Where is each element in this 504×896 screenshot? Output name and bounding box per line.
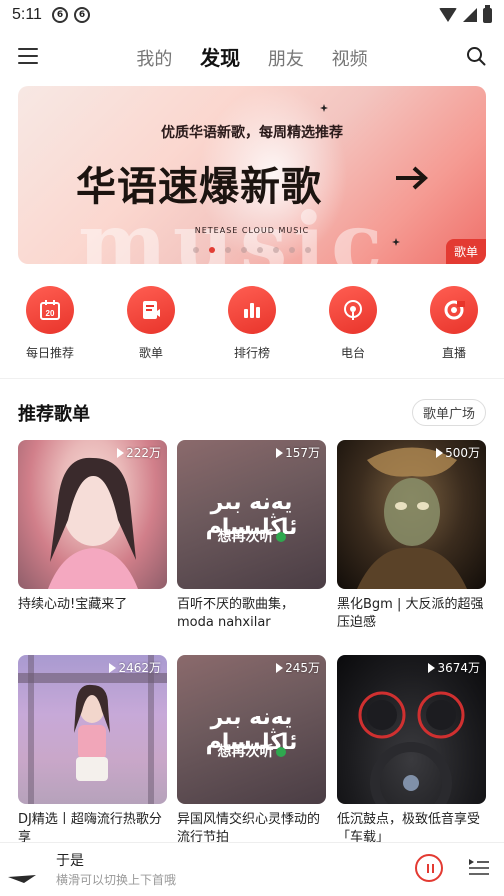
play-icon xyxy=(109,663,117,673)
tab-discover[interactable]: 发现 xyxy=(200,42,240,71)
now-playing-hint: 横滑可以切换上下首哦 xyxy=(56,873,177,887)
play-icon xyxy=(276,448,284,458)
playlist-title: 持续心动!宝藏来了 xyxy=(18,597,128,612)
netease-notification-icon: 6 xyxy=(73,7,90,23)
pagination-dot xyxy=(193,247,199,253)
top-navigation: 我的 发现 朋友 视频 xyxy=(0,38,504,78)
play-count: 157万 xyxy=(276,444,320,461)
playlist-square-button[interactable]: 歌单广场 xyxy=(411,399,486,426)
shortcut-live[interactable]: 直播 xyxy=(414,286,494,361)
shortcut-charts[interactable]: 排行榜 xyxy=(212,286,292,361)
banner-brand: NETEASE CLOUD MUSIC xyxy=(194,226,310,235)
play-count: 3674万 xyxy=(428,659,480,676)
pagination-dot xyxy=(273,247,279,253)
shortcut-label: 电台 xyxy=(340,346,365,360)
tab-mine[interactable]: 我的 xyxy=(136,45,172,71)
battery-icon xyxy=(483,4,492,23)
arrow-right-icon xyxy=(396,166,428,190)
playlist-cover: يەنە بىر ئاڭلىسام 想再次听 245万 xyxy=(177,655,326,804)
search-icon[interactable] xyxy=(466,46,486,66)
playlist-card[interactable]: يەنە بىر ئاڭلىسام 想再次听 245万 异国风情交织心灵悸动的流… xyxy=(177,655,326,847)
playlist-icon xyxy=(143,301,160,319)
playlist-cover: 222万 xyxy=(18,440,167,589)
play-icon xyxy=(428,663,436,673)
banner-tag: 歌单 xyxy=(445,239,486,264)
now-playing-title: 于是 xyxy=(56,853,84,869)
pagination-dot-active xyxy=(209,247,215,253)
pagination-dot xyxy=(289,247,295,253)
playlist-card[interactable]: يەنە بىر ئاڭلىسام 想再次听 157万 百听不厌的歌曲集，mod… xyxy=(177,440,326,632)
pagination-dot xyxy=(241,247,247,253)
pagination-dot xyxy=(305,247,311,253)
playlist-cover: 2462万 xyxy=(18,655,167,804)
play-icon xyxy=(276,663,284,673)
sparkle-icon xyxy=(320,104,328,112)
cover-text-chinese: 想再次听 xyxy=(177,526,326,546)
sparkle-icon xyxy=(392,238,400,246)
svg-text:20: 20 xyxy=(46,309,55,318)
play-count: 500万 xyxy=(436,444,480,461)
cover-text-chinese: 想再次听 xyxy=(177,741,326,761)
shortcut-row: 20 每日推荐 歌单 排行榜 电台 直播 xyxy=(0,286,504,366)
play-count: 222万 xyxy=(117,444,161,461)
playlist-card[interactable]: 222万 持续心动!宝藏来了 xyxy=(18,440,167,632)
section-title: 推荐歌单 xyxy=(18,404,90,425)
playlist-cover: 500万 xyxy=(337,440,486,589)
shortcut-radio[interactable]: 电台 xyxy=(313,286,393,361)
play-icon xyxy=(436,448,444,458)
play-count: 2462万 xyxy=(109,659,161,676)
promo-banner[interactable]: music 优质华语新歌，每周精选推荐 华语速爆新歌 NETEASE CLOUD… xyxy=(18,86,486,264)
banner-title: 华语速爆新歌 xyxy=(76,164,322,210)
playlist-card[interactable]: 2462万 DJ精选丨超嗨流行热歌分享 xyxy=(18,655,167,847)
tab-friends[interactable]: 朋友 xyxy=(268,45,304,71)
pagination-dot xyxy=(257,247,263,253)
banner-pagination xyxy=(18,247,486,253)
shortcut-playlists[interactable]: 歌单 xyxy=(111,286,191,361)
pause-button[interactable] xyxy=(415,854,443,882)
album-disc-icon xyxy=(8,875,36,883)
tab-video[interactable]: 视频 xyxy=(332,45,368,71)
radio-icon xyxy=(344,300,362,320)
wifi-icon xyxy=(439,8,457,22)
play-count: 245万 xyxy=(276,659,320,676)
banner-subtitle: 优质华语新歌，每周精选推荐 xyxy=(161,125,343,141)
signal-icon xyxy=(463,8,477,22)
playlist-title: 黑化Bgm | 大反派的超强压迫感 xyxy=(337,597,484,630)
live-icon xyxy=(444,300,465,320)
status-bar: 5:11 6 6 xyxy=(0,0,504,30)
mini-player[interactable]: 于是 横滑可以切换上下首哦 xyxy=(0,842,504,896)
shortcut-label: 排行榜 xyxy=(233,346,270,360)
playlist-card[interactable]: 500万 黑化Bgm | 大反派的超强压迫感 xyxy=(337,440,486,632)
shortcut-label: 歌单 xyxy=(138,346,163,360)
shortcut-label: 直播 xyxy=(441,346,466,360)
main-tabs: 我的 发现 朋友 视频 xyxy=(0,42,504,71)
shortcut-label: 每日推荐 xyxy=(25,346,74,360)
playlist-card[interactable]: 3674万 低沉鼓点，极致低音享受「车载」 xyxy=(337,655,486,847)
section-divider xyxy=(0,378,504,379)
playlist-queue-icon[interactable] xyxy=(468,857,490,877)
netease-notification-icon: 6 xyxy=(51,7,68,23)
calendar-icon: 20 xyxy=(40,300,60,320)
playlist-cover: 3674万 xyxy=(337,655,486,804)
play-icon xyxy=(117,448,125,458)
playlist-cover: يەنە بىر ئاڭلىسام 想再次听 157万 xyxy=(177,440,326,589)
shortcut-daily[interactable]: 20 每日推荐 xyxy=(10,286,90,361)
playlist-title: 百听不厌的歌曲集，moda nahxilar xyxy=(177,597,295,630)
pagination-dot xyxy=(225,247,231,253)
chart-icon xyxy=(244,303,260,318)
status-time: 5:11 xyxy=(12,6,42,23)
